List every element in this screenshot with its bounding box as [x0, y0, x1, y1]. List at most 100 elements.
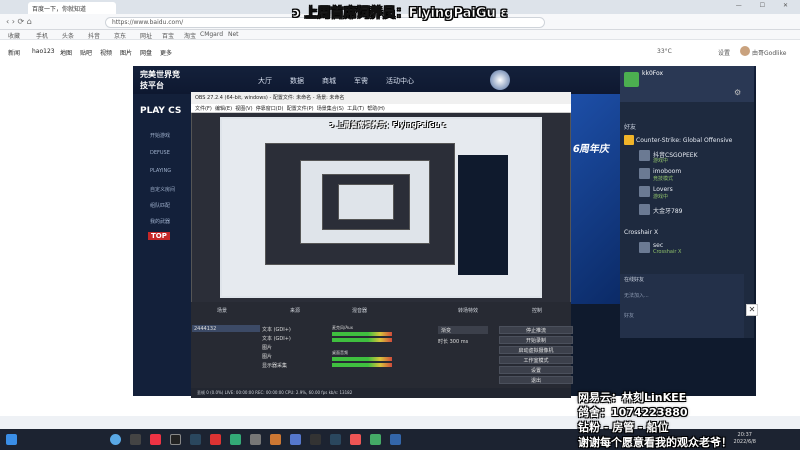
close-icon[interactable]: ✕ — [746, 304, 758, 316]
friend-avatar[interactable] — [639, 150, 650, 161]
source-item[interactable]: 文本 (GDI+) — [262, 335, 291, 342]
taskbar-clock[interactable]: 20:37 2022/6/8 — [734, 432, 756, 446]
nav-link[interactable]: 贴吧 — [80, 48, 92, 57]
nested-preview-4 — [338, 184, 394, 220]
transition-duration[interactable]: 时长 300 ms — [438, 338, 488, 346]
game-side-item[interactable]: 自定义房间 — [150, 186, 175, 193]
app-icon[interactable] — [130, 434, 141, 445]
top-badge[interactable]: TOP — [148, 232, 170, 240]
settings-link[interactable]: 设置 — [718, 48, 730, 57]
scene-item[interactable]: 2444132 — [192, 325, 260, 332]
nav-link[interactable]: 地图 — [60, 48, 72, 57]
app-icon[interactable] — [250, 434, 261, 445]
game-sidebar — [133, 94, 197, 396]
user-name[interactable]: 由哥Godlike — [752, 48, 786, 57]
steam-icon[interactable] — [190, 434, 201, 445]
game-tab[interactable]: 大厅 — [258, 76, 272, 86]
obs-menu-item[interactable]: 文件(F) — [195, 106, 212, 112]
obs-menu-item[interactable]: 配置文件(P) — [287, 106, 314, 112]
friend-name[interactable]: 大金牙789 — [653, 206, 682, 215]
bookmark-item[interactable]: 头条 — [62, 31, 74, 40]
bookmark-item[interactable]: 淘宝 — [184, 31, 196, 40]
game-side-item[interactable]: 我的武器 — [150, 218, 170, 225]
play-cs-label[interactable]: PLAY CS — [140, 106, 181, 116]
app-icon[interactable] — [310, 434, 321, 445]
obs-menu-item[interactable]: 停靠窗口(D) — [256, 106, 284, 112]
start-record-button[interactable]: 开始录制 — [499, 336, 573, 344]
friend-avatar[interactable] — [639, 204, 650, 215]
streamer-info-overlay: 网易云：林刻LinKEE 鸽舍：1074223880 钻粉 - 房管 - 船位 … — [578, 390, 732, 450]
game-side-item[interactable]: DEFUSE — [150, 150, 170, 156]
start-icon[interactable] — [6, 434, 17, 445]
friend-chat-panel — [620, 274, 744, 338]
app-icon[interactable] — [290, 434, 301, 445]
studio-mode-button[interactable]: 工作室模式 — [499, 356, 573, 364]
promo-banner[interactable] — [570, 94, 622, 304]
app-icon[interactable] — [350, 434, 361, 445]
exit-button[interactable]: 退出 — [499, 376, 573, 384]
user-avatar[interactable] — [624, 72, 639, 87]
preview-overlay-text: ↄ 上周首席饲养员：FlyingPaiGu ɛ — [330, 121, 446, 129]
virtual-cam-button[interactable]: 启动虚拟摄像机 — [499, 346, 573, 354]
bookmark-item[interactable]: 网址 — [140, 31, 152, 40]
bookmark-item[interactable]: Net — [228, 31, 239, 38]
globe-icon[interactable] — [490, 70, 510, 90]
game-tab[interactable]: 活动中心 — [386, 76, 414, 86]
obs-menu-item[interactable]: 场景集合(S) — [317, 106, 344, 112]
game-side-item[interactable]: 开始游戏 — [150, 132, 170, 139]
app-icon[interactable] — [390, 434, 401, 445]
bookmark-item[interactable]: 百宝 — [162, 31, 174, 40]
bookmark-item[interactable]: 抖音 — [88, 31, 100, 40]
nav-link[interactable]: 网盘 — [140, 48, 152, 57]
game-side-item[interactable]: 组队匹配 — [150, 202, 170, 209]
app-icon[interactable] — [210, 434, 221, 445]
app-icon[interactable] — [150, 434, 161, 445]
game-side-item[interactable]: PLAYING — [150, 168, 171, 174]
avatar[interactable] — [740, 46, 750, 56]
source-item[interactable]: 图片 — [262, 344, 272, 351]
audio-meter — [332, 338, 392, 342]
bookmark-item[interactable]: 京东 — [114, 31, 126, 40]
obs-menu-item[interactable]: 帮助(H) — [367, 106, 385, 112]
stop-stream-button[interactable]: 停止推流 — [499, 326, 573, 334]
browser-icon[interactable] — [110, 434, 121, 445]
friend-status: 竞技模式 — [653, 176, 674, 182]
gear-icon[interactable]: ⚙ — [734, 88, 741, 97]
audio-meter — [332, 363, 392, 367]
friend-name[interactable]: Lovers — [653, 186, 673, 193]
panel-header-transitions: 转场特效 — [458, 308, 479, 314]
friends-username: kk0Fox — [642, 70, 664, 77]
obs-menu-item[interactable]: 编辑(E) — [215, 106, 232, 112]
nav-link[interactable]: 图片 — [120, 48, 132, 57]
source-item[interactable]: 文本 (GDI+) — [262, 326, 291, 333]
obs-icon[interactable] — [170, 434, 181, 445]
bookmark-item[interactable]: CMgard — [200, 31, 223, 38]
clock-date: 2022/6/8 — [733, 439, 756, 445]
game-tab[interactable]: 数据 — [290, 76, 304, 86]
steam-icon[interactable] — [330, 434, 341, 445]
source-item[interactable]: 图片 — [262, 353, 272, 360]
source-item[interactable]: 显示器采集 — [262, 362, 287, 369]
nav-link[interactable]: 新闻 — [8, 48, 20, 57]
panel-header-sources: 来源 — [290, 308, 301, 314]
obs-menu-item[interactable]: 工具(T) — [347, 106, 364, 112]
app-icon[interactable] — [230, 434, 241, 445]
nav-link[interactable]: 更多 — [160, 48, 172, 57]
nav-link[interactable]: 视频 — [100, 48, 112, 57]
nav-link[interactable]: hao123 — [32, 48, 55, 55]
transition-select[interactable]: 渐变 — [438, 326, 488, 334]
friend-avatar[interactable] — [639, 168, 650, 179]
settings-button[interactable]: 设置 — [499, 366, 573, 374]
friend-avatar[interactable] — [639, 242, 650, 253]
app-icon[interactable] — [270, 434, 281, 445]
game-tab[interactable]: 商城 — [322, 76, 336, 86]
bookmark-item[interactable]: 收藏 — [8, 31, 20, 40]
bookmark-item[interactable]: 手机 — [36, 31, 48, 40]
app-icon[interactable] — [370, 434, 381, 445]
obs-menu-item[interactable]: 视图(V) — [235, 106, 252, 112]
game-tab[interactable]: 军需 — [354, 76, 368, 86]
friend-name[interactable]: sec — [653, 242, 663, 249]
weather-badge[interactable]: 33°C — [657, 48, 672, 55]
friend-name[interactable]: imoboom — [653, 168, 681, 175]
friend-avatar[interactable] — [639, 186, 650, 197]
